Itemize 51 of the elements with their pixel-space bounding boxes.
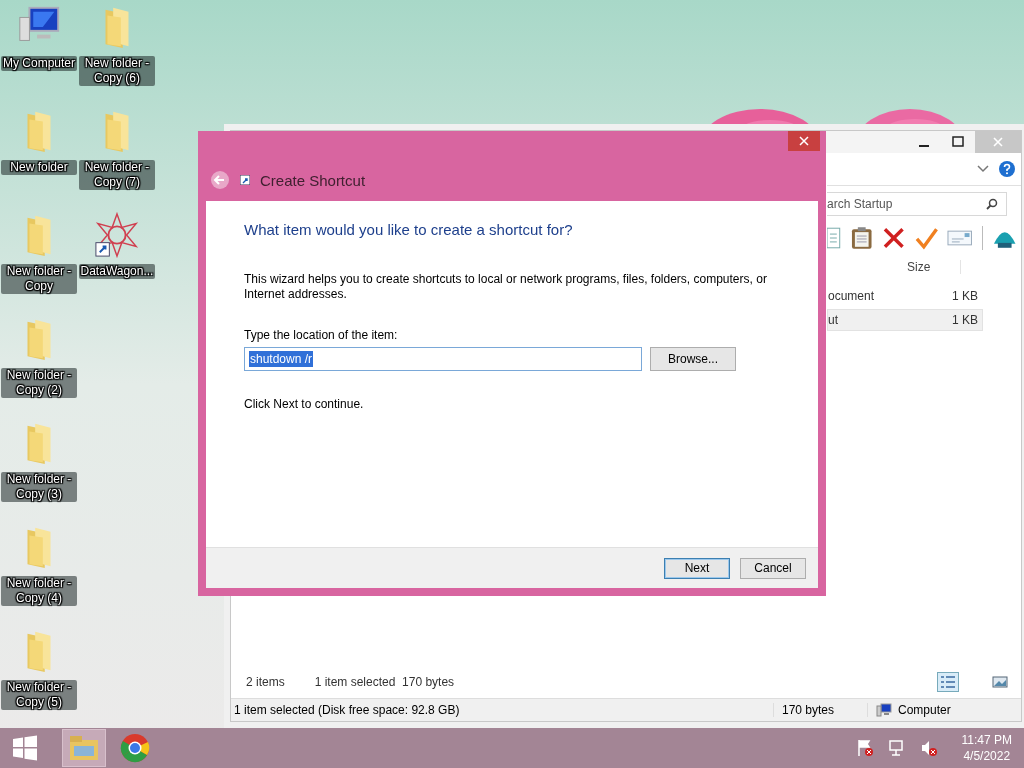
file-row[interactable]: ut 1 KB xyxy=(827,309,983,331)
dialog-button[interactable]: Cancel xyxy=(740,557,806,579)
location-input-field[interactable]: shutdown /r xyxy=(244,347,642,371)
hint-text: Click Next to continue. xyxy=(244,397,365,411)
clipboard-icon[interactable] xyxy=(849,226,874,250)
field-label: Type the location of the item: xyxy=(244,328,399,342)
close-icon xyxy=(799,136,809,146)
shortcut-icon xyxy=(240,175,250,185)
checkmark-icon[interactable] xyxy=(914,226,939,250)
delete-icon[interactable] xyxy=(882,226,906,250)
star-pattern-shortcut-icon[interactable] xyxy=(94,212,140,258)
desktop-icon-label[interactable]: New folder - Copy (7) xyxy=(79,160,155,190)
windows-logo-icon[interactable] xyxy=(12,735,38,761)
status-size: 170 bytes xyxy=(773,703,867,717)
close-icon xyxy=(992,136,1004,148)
desktop-icon-label[interactable]: My Computer xyxy=(1,56,77,71)
computer-icon xyxy=(876,703,892,717)
status-text: 1 item selected (Disk free space: 92.8 GB) xyxy=(233,703,461,717)
desktop-icon-label[interactable]: New folder - Copy (4) xyxy=(1,576,77,606)
maximize-icon xyxy=(952,136,964,148)
desktop-icon-label[interactable]: New folder - Copy (3) xyxy=(1,472,77,502)
document-icon[interactable] xyxy=(827,226,841,250)
desktop-icon-label[interactable]: New folder xyxy=(1,160,77,175)
desktop-icon-label[interactable]: New folder - Copy (2) xyxy=(1,368,77,398)
desktop-icon-label[interactable]: DataWagon... xyxy=(79,264,155,279)
clock[interactable]: 11:47 PM 4/5/2022 xyxy=(961,732,1012,764)
selection-info: 1 item selected 170 bytes xyxy=(314,675,455,689)
flag-error-icon[interactable] xyxy=(855,739,874,757)
desktop-icon-label[interactable]: New folder - Copy (5) xyxy=(1,680,77,710)
chrome-icon[interactable] xyxy=(120,733,150,763)
network-icon[interactable] xyxy=(887,739,906,757)
search-icon xyxy=(986,198,998,210)
close-button[interactable] xyxy=(788,131,820,151)
minimize-icon xyxy=(919,145,929,147)
file-row[interactable]: ocument 1 KB xyxy=(827,285,983,307)
desktop-icon-label[interactable]: New folder - Copy xyxy=(1,264,77,294)
status-location: Computer xyxy=(898,703,951,717)
dialog-heading: What item would you like to create a shortcut for? xyxy=(244,221,574,238)
description-text: This wizard helps you to create shortcuts to local or network programs, files, folders, computers, or Internet addresses. xyxy=(244,272,768,302)
column-header[interactable]: Size xyxy=(907,260,962,274)
dialog-title: Create Shortcut xyxy=(260,171,366,189)
dialog-button[interactable]: Next xyxy=(664,557,730,579)
chevron-down-icon[interactable] xyxy=(977,165,989,173)
details-view-button[interactable] xyxy=(937,672,959,692)
item-count: 2 items xyxy=(246,675,285,689)
desktop-icon-label[interactable]: New folder - Copy (6) xyxy=(79,56,155,86)
help-icon[interactable] xyxy=(999,161,1015,177)
envelope-icon[interactable] xyxy=(947,228,973,248)
browse-button[interactable]: Browse... xyxy=(650,347,736,371)
speaker-muted-icon[interactable] xyxy=(919,739,938,757)
search-field[interactable]: arch Startup xyxy=(827,192,1007,216)
